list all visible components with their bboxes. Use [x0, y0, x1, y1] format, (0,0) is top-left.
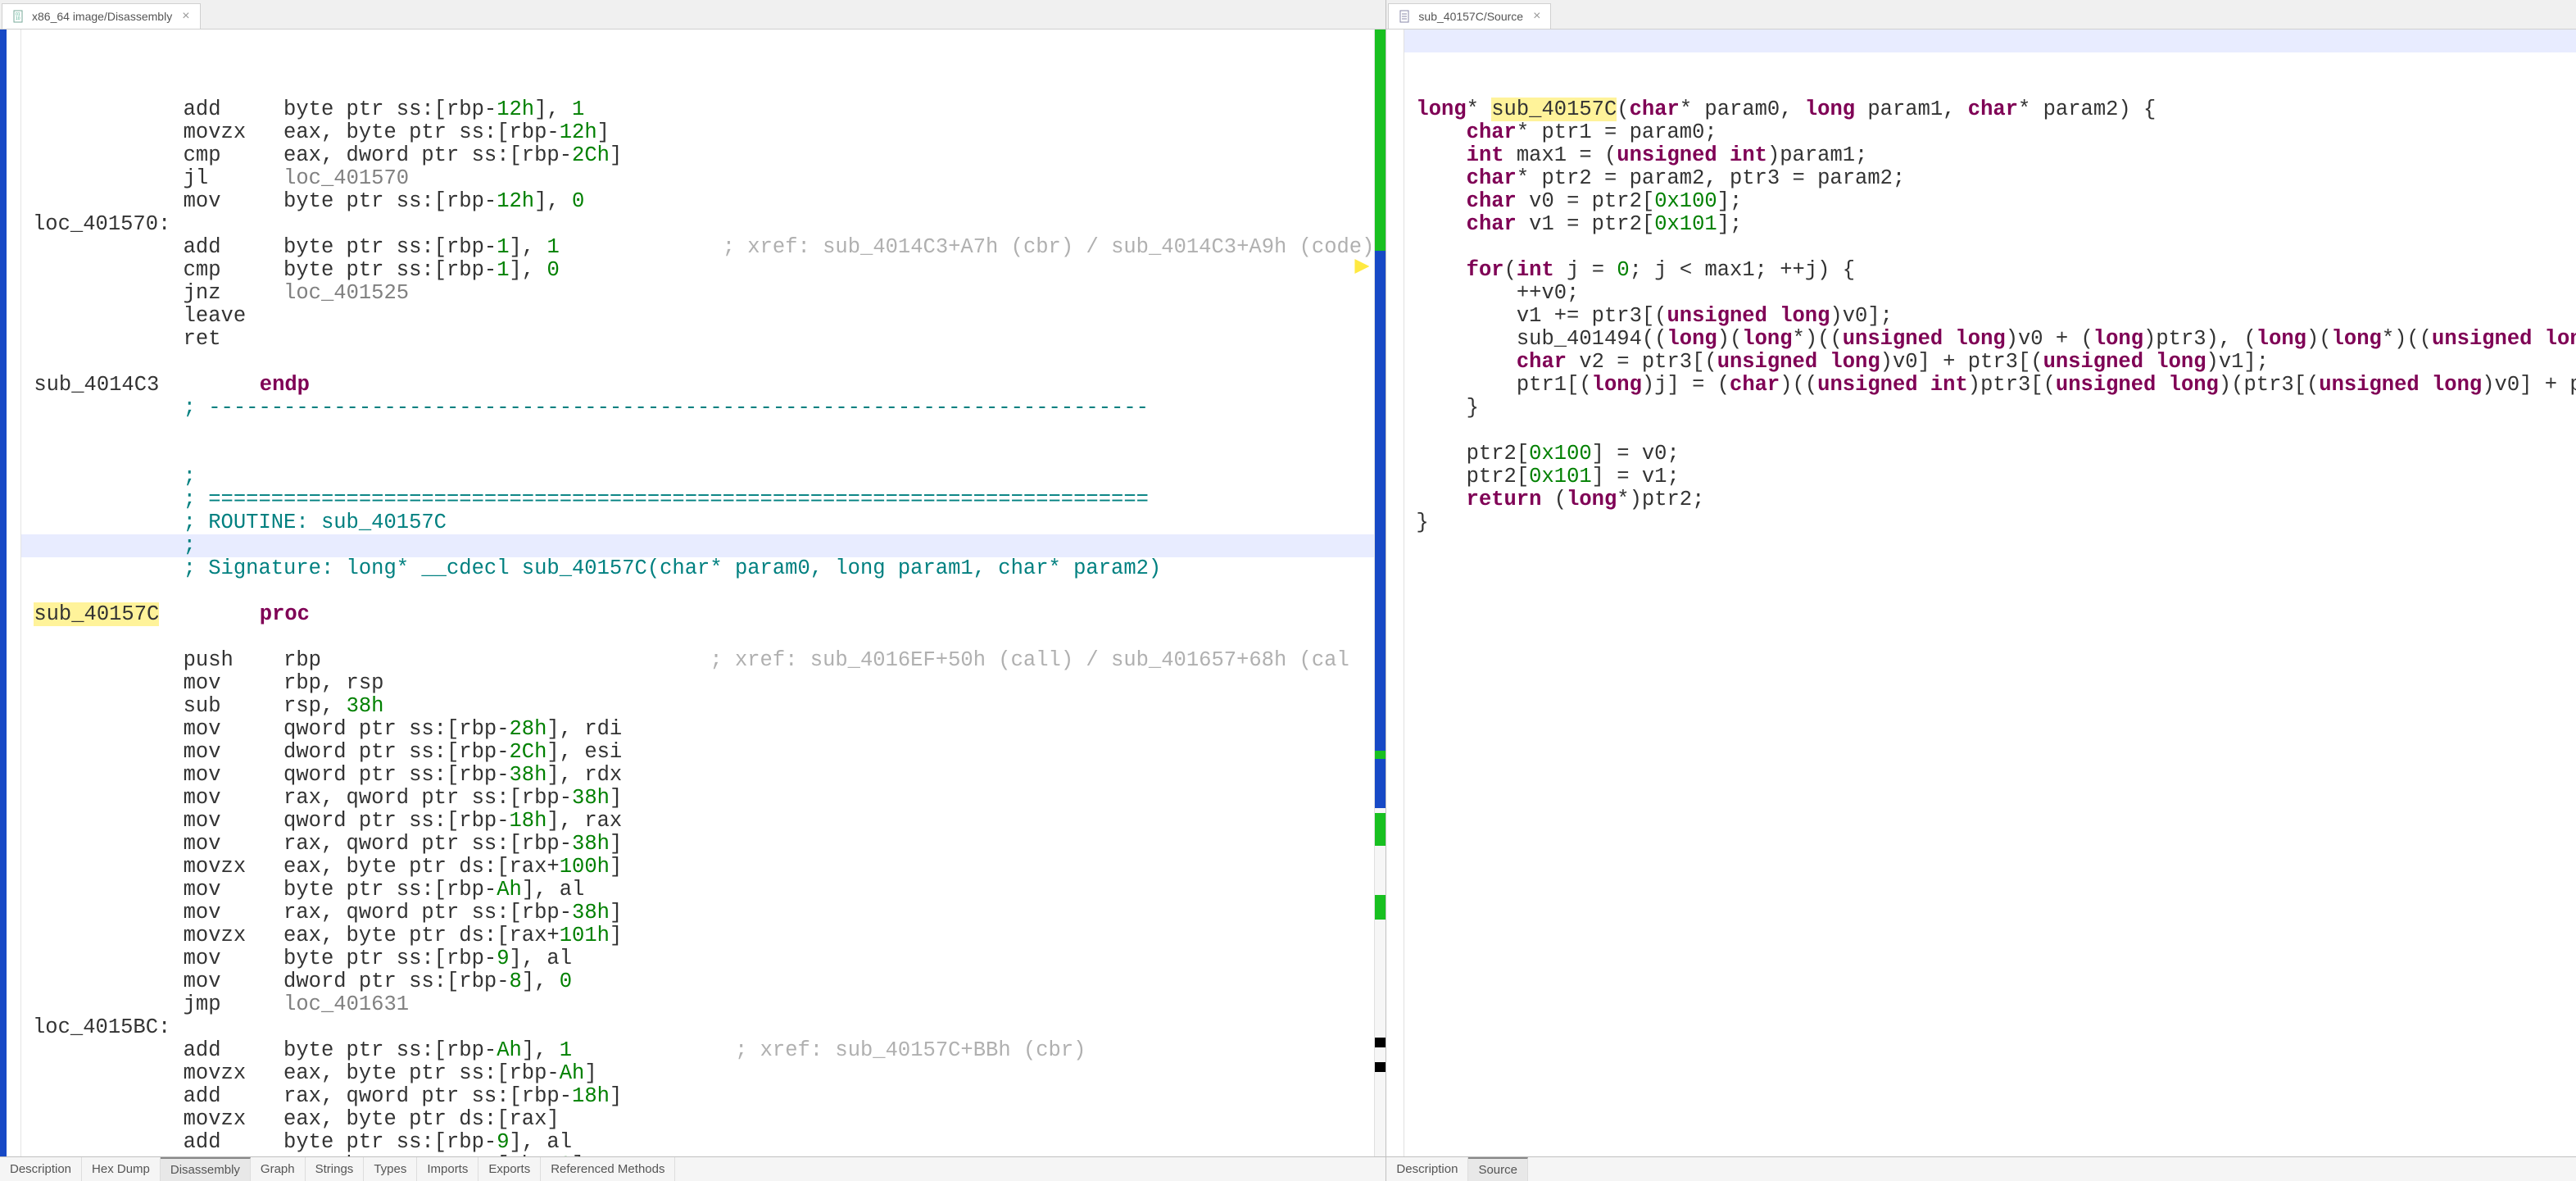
tab-exports[interactable]: Exports — [478, 1157, 541, 1181]
comment-line: ; ======================================… — [33, 488, 1149, 511]
code-line: jmp loc_401631 — [33, 992, 409, 1016]
code-line: add byte ptr ss:[rbp-Ah], 1 ; xref: sub_… — [33, 1038, 1086, 1062]
code-line: movzx eax, byte ptr ss:[rbp-12h] — [33, 120, 610, 144]
code-line: mov dword ptr ss:[rbp-8], 0 — [33, 970, 572, 993]
tab-description[interactable]: Description — [0, 1157, 82, 1181]
comment-line: ; — [33, 465, 208, 488]
code-line: push rbp ; xref: sub_4016EF+50h (call) /… — [33, 648, 1349, 672]
code-line: movzx eax, byte ptr ds:[rax+100h] — [33, 855, 622, 879]
label-loc_401570: loc_401570: — [33, 212, 170, 236]
left-bottom-tabs: Description Hex Dump Disassembly Graph S… — [0, 1156, 1386, 1181]
code-line: int max1 = (unsigned int)param1; — [1416, 143, 1867, 167]
code-line: mov rbp, rsp — [33, 671, 383, 695]
close-icon[interactable]: × — [1533, 9, 1540, 24]
code-line: char* ptr1 = param0; — [1416, 120, 1717, 144]
code-line: char v0 = ptr2[0x100]; — [1416, 189, 1742, 213]
left-gutter — [0, 30, 21, 1156]
code-line: ++v0; — [1416, 281, 1579, 305]
right-bottom-tabs: Description Source — [1386, 1156, 2576, 1181]
tab-types[interactable]: Types — [364, 1157, 417, 1181]
code-line: char* ptr2 = param2, ptr3 = param2; — [1416, 166, 1905, 190]
label-loc_4015BC: loc_4015BC: — [33, 1015, 170, 1039]
code-line: mov rax, qword ptr ss:[rbp-38h] — [33, 832, 622, 856]
code-line: add byte ptr ss:[rbp-1], 1 ; xref: sub_4… — [33, 235, 1374, 259]
code-line: } — [1416, 396, 1479, 420]
code-line: mov qword ptr ss:[rbp-38h], rdx — [33, 763, 622, 787]
source-code-area[interactable]: long* sub_40157C(char* param0, long para… — [1386, 30, 2576, 1156]
comment-line: ; ROUTINE: sub_40157C — [33, 511, 447, 534]
code-line: mov byte ptr ss:[rbp-9], al — [33, 947, 572, 970]
code-line: char v1 = ptr2[0x101]; — [1416, 212, 1742, 236]
code-line: mov qword ptr ss:[rbp-28h], rdi — [33, 717, 622, 741]
code-line: mov rax, qword ptr ss:[rbp-38h] — [33, 786, 622, 810]
code-line: sub_401494((long)(long*)((unsigned long)… — [1416, 327, 2576, 351]
source-file-icon — [1399, 10, 1412, 23]
code-line: cmp byte ptr ss:[rbp-1], 0 — [33, 258, 560, 282]
close-icon[interactable]: × — [182, 9, 189, 24]
tab-source-bottom[interactable]: Source — [1468, 1157, 1528, 1181]
sub-label: sub_40157C proc — [21, 602, 310, 626]
tab-strings[interactable]: Strings — [306, 1157, 365, 1181]
code-line: jnz loc_401525 — [33, 281, 409, 305]
comment-line: ; Signature: long* __cdecl sub_40157C(ch… — [33, 556, 1161, 580]
comment-line: ; — [33, 534, 208, 557]
code-line: } — [1416, 511, 1428, 534]
code-line: for(int j = 0; j < max1; ++j) { — [1416, 258, 1855, 282]
code-line: ptr2[0x101] = v1; — [1416, 465, 1679, 488]
disassembly-code[interactable]: add byte ptr ss:[rbp-12h], 1 movzx eax, … — [21, 30, 1374, 1156]
code-line: add byte ptr ss:[rbp-9], al — [33, 1130, 572, 1154]
code-line: movzx eax, byte ptr ds:[rax+101h] — [33, 924, 622, 947]
right-pane: sub_40157C/Source × Call the Assistant l… — [1386, 0, 2576, 1181]
tab-description-right[interactable]: Description — [1386, 1157, 1468, 1181]
code-line: add byte ptr ss:[rbp-12h], 1 — [33, 98, 584, 121]
code-line: movzx eax, byte ptr ss:[rbp-Ah] — [33, 1061, 597, 1085]
disassembly-code-area[interactable]: add byte ptr ss:[rbp-12h], 1 movzx eax, … — [0, 30, 1386, 1156]
binary-file-icon: 0110 — [12, 10, 25, 23]
code-line: mov qword ptr ss:[rbp-18h], rax — [33, 809, 622, 833]
tab-referenced-methods[interactable]: Referenced Methods — [541, 1157, 675, 1181]
code-line: return (long*)ptr2; — [1416, 488, 1704, 511]
svg-text:10: 10 — [16, 16, 20, 21]
source-code[interactable]: long* sub_40157C(char* param0, long para… — [1404, 30, 2576, 1156]
left-tabbar: 0110 x86_64 image/Disassembly × — [0, 0, 1386, 30]
code-line: ptr1[(long)j] = (char)((unsigned int)ptr… — [1416, 373, 2576, 397]
code-line: ptr2[0x100] = v0; — [1416, 442, 1679, 466]
code-line: mov byte ptr ss:[rbp-Ah], al — [33, 878, 584, 902]
sub-label: sub_4014C3 endp — [21, 373, 310, 397]
code-line: add rax, qword ptr ss:[rbp-18h] — [33, 1084, 622, 1108]
code-line: jl loc_401570 — [33, 166, 409, 190]
code-line: cmp eax, dword ptr ss:[rbp-2Ch] — [33, 143, 622, 167]
tab-hex-dump[interactable]: Hex Dump — [82, 1157, 161, 1181]
code-line: ret — [33, 327, 221, 351]
tab-title: x86_64 image/Disassembly — [32, 10, 172, 23]
code-line: leave — [33, 304, 246, 328]
code-line: mov dword ptr ss:[rbp-2Ch], esi — [33, 740, 622, 764]
tab-disassembly-bottom[interactable]: Disassembly — [161, 1157, 251, 1181]
code-line: movzx eax byte ptr ss:[rbp-9] — [33, 1153, 584, 1156]
tab-disassembly[interactable]: 0110 x86_64 image/Disassembly × — [2, 3, 201, 29]
left-pane: 0110 x86_64 image/Disassembly × add byte… — [0, 0, 1386, 1181]
tab-source[interactable]: sub_40157C/Source × — [1388, 3, 1551, 29]
code-line: sub rsp, 38h — [33, 694, 383, 718]
tab-title: sub_40157C/Source — [1418, 10, 1523, 23]
code-line: v1 += ptr3[(unsigned long)v0]; — [1416, 304, 1893, 328]
right-tabbar: sub_40157C/Source × — [1386, 0, 2576, 30]
minimap[interactable] — [1374, 30, 1386, 1156]
code-line: char v2 = ptr3[(unsigned long)v0] + ptr3… — [1416, 350, 2269, 374]
tab-graph[interactable]: Graph — [251, 1157, 306, 1181]
code-line: movzx eax, byte ptr ds:[rax] — [33, 1107, 560, 1131]
code-line: mov byte ptr ss:[rbp-12h], 0 — [33, 189, 584, 213]
code-line: mov rax, qword ptr ss:[rbp-38h] — [33, 901, 622, 924]
comment-line: ; --------------------------------------… — [33, 396, 1149, 420]
code-line: long* sub_40157C(char* param0, long para… — [1416, 98, 2156, 121]
right-gutter — [1386, 30, 1404, 1156]
tab-imports[interactable]: Imports — [417, 1157, 478, 1181]
